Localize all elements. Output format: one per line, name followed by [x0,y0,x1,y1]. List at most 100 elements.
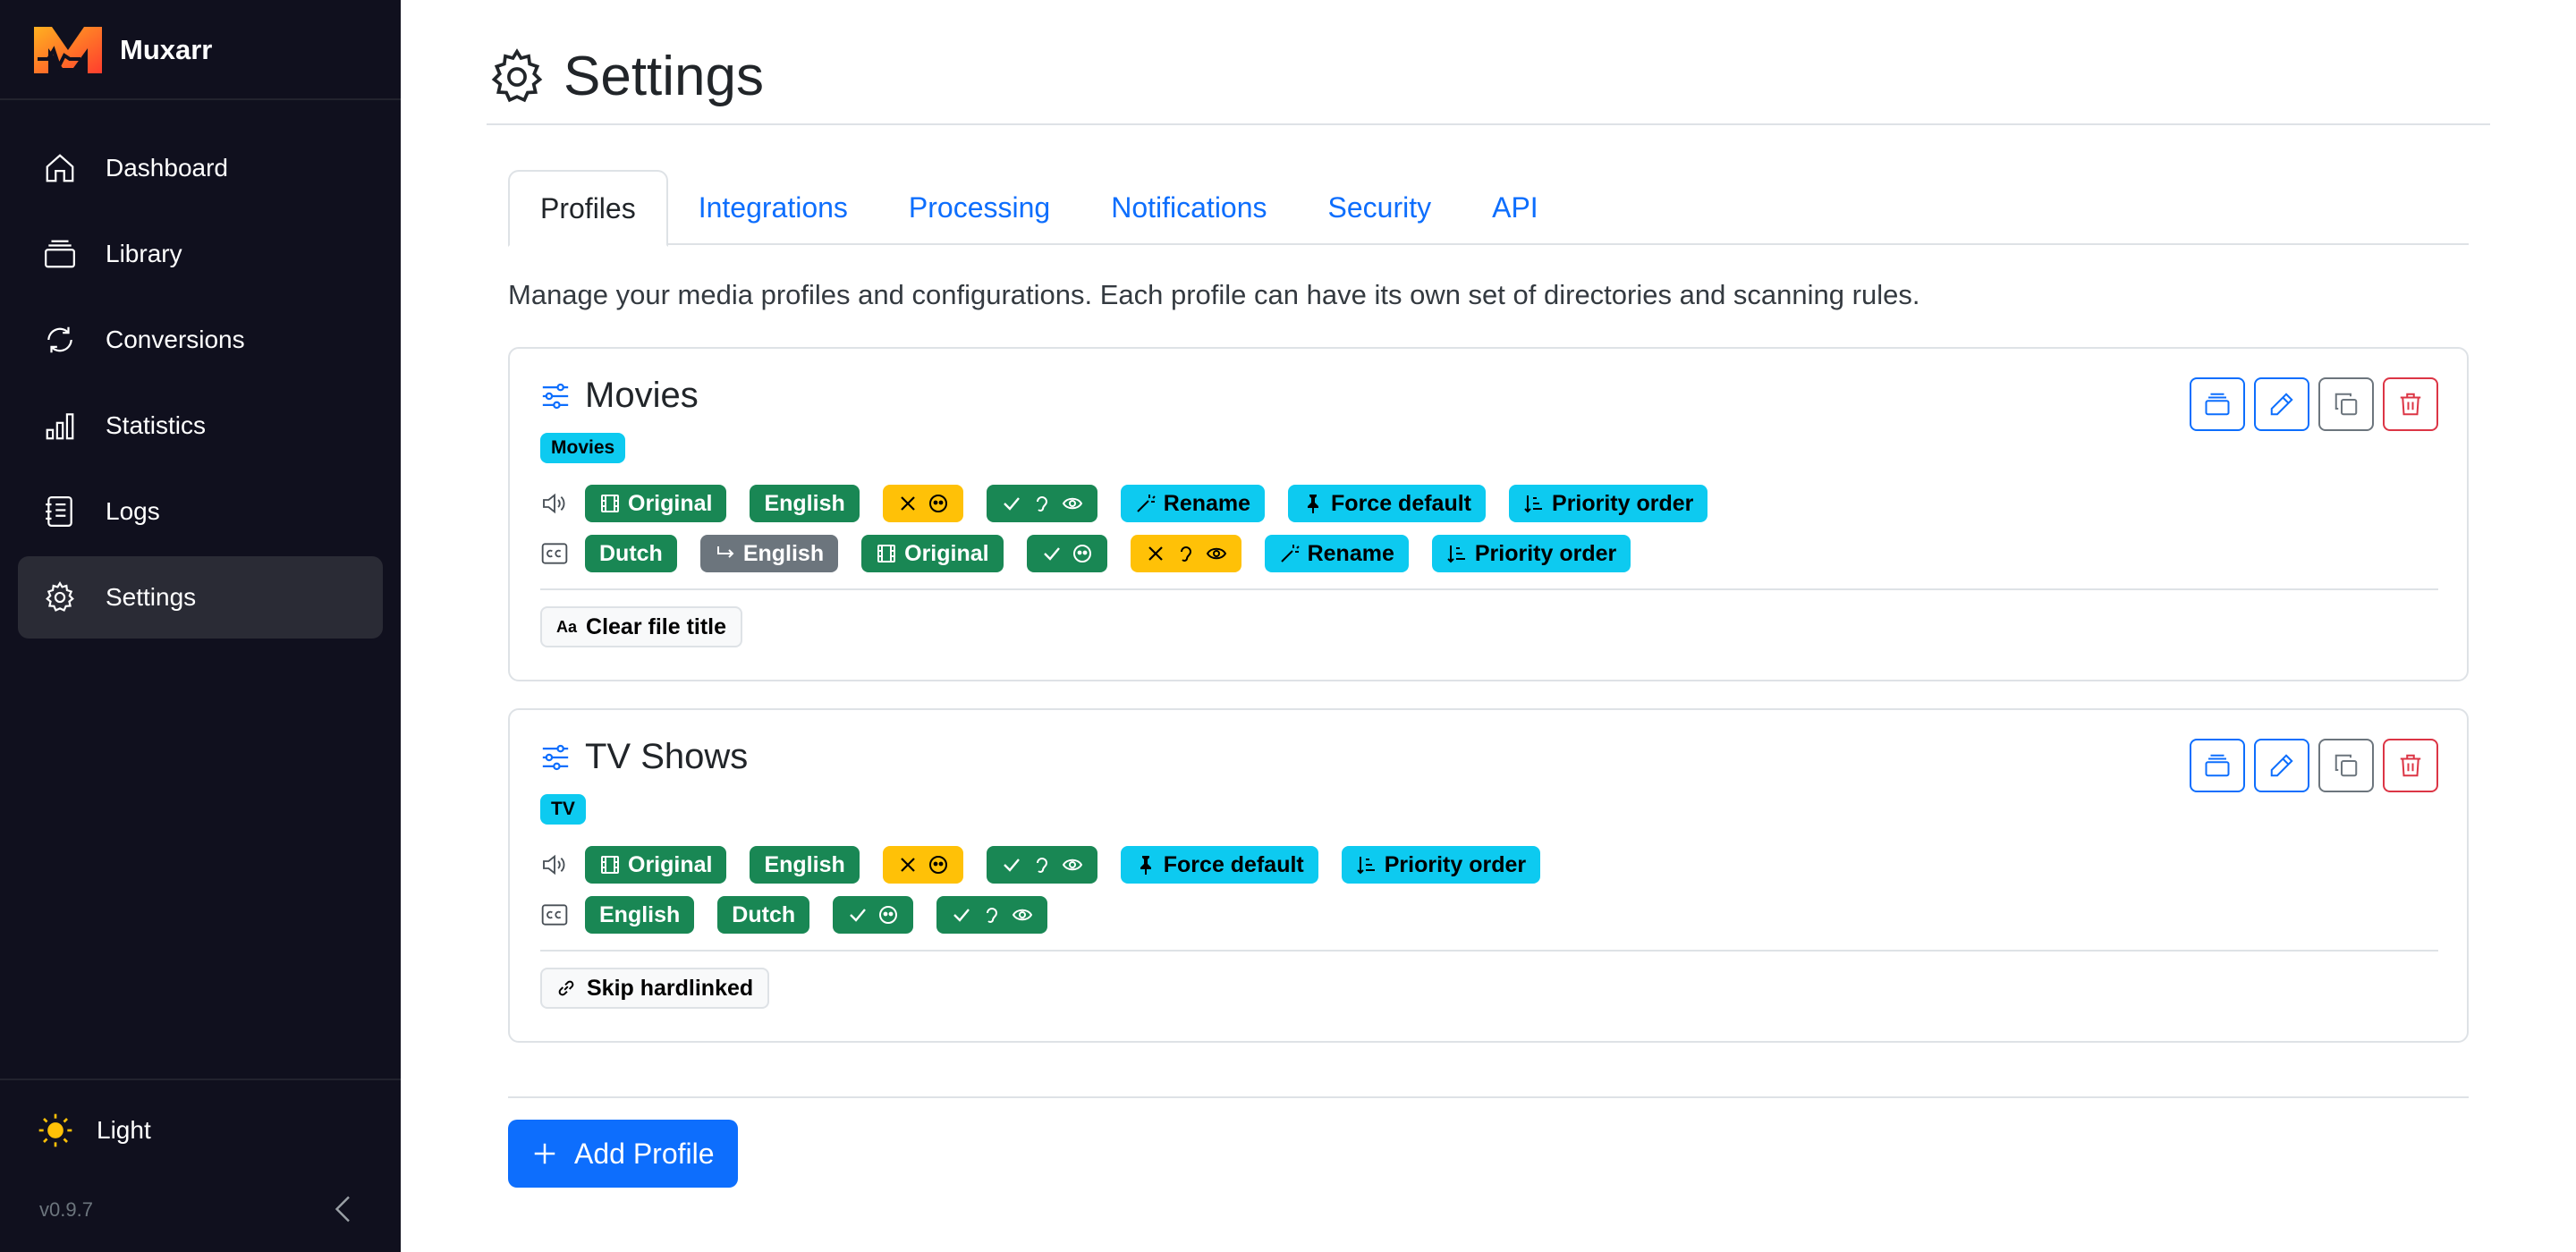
badge-label: Priority order [1474,540,1617,566]
page-intro: Manage your media profiles and configura… [508,279,1920,310]
sidebar: Muxarr Dashboard Library Conversions Sta… [0,0,401,1252]
gear-icon [46,581,74,612]
tab-profiles[interactable]: Profiles [508,170,668,247]
x-icon [1148,546,1163,561]
sidebar-item-conversions[interactable]: Conversions [18,299,383,381]
copy-icon [2334,754,2358,777]
film-icon [601,495,619,512]
theme-label: Light [97,1116,151,1144]
check-icon [1003,497,1020,511]
profile-type-badge: Movies [540,433,626,463]
scan-library-button[interactable] [2190,739,2245,792]
edit-profile-button[interactable] [2254,377,2309,431]
pin-icon [1140,856,1151,875]
add-profile-label: Add Profile [574,1137,715,1170]
profile-type-badge: TV [540,794,586,825]
sidebar-item-label: Dashboard [106,154,228,182]
ear-icon [987,908,998,923]
audio-language-badge: English [750,485,860,522]
subtitle-priority-order-badge: Priority order [1431,535,1631,572]
sidebar-nav: Dashboard Library Conversions Statistics… [18,127,383,642]
page-title: Settings [564,46,765,107]
check-icon [1003,859,1020,872]
sliders-icon [542,383,569,409]
volume-icon [543,854,565,876]
app-name: Muxarr [120,34,213,65]
magic-wand-icon [1280,545,1300,563]
subtitle-language-badge: Dutch [585,535,677,572]
page-header: Settings [487,45,764,108]
volume-icon [543,493,565,514]
subtitle-accessibility-included-badge [936,896,1048,934]
delete-profile-button[interactable] [2383,377,2438,431]
collection-icon [45,240,75,268]
audio-priority-order-badge: Priority order [1509,485,1708,522]
edit-profile-button[interactable] [2254,739,2309,792]
sidebar-item-label: Logs [106,497,160,525]
plus-icon [534,1143,555,1164]
profile-header: TV Shows [540,737,748,777]
audio-rules-row: Original English Rename Force default Pr… [540,485,1731,522]
sidebar-item-dashboard[interactable]: Dashboard [18,127,383,209]
home-icon [46,154,74,182]
audio-force-default-badge: Force default [1288,485,1487,522]
profile-card-movies: Movies Movies Original English Rename Fo… [508,347,2469,681]
theme-toggle[interactable]: Light [38,1112,151,1148]
tab-security[interactable]: Security [1298,170,1462,245]
app-version: v0.9.7 [39,1198,93,1221]
badge-label: Original [628,490,713,516]
tab-processing[interactable]: Processing [878,170,1080,245]
sidebar-item-statistics[interactable]: Statistics [18,385,383,467]
gear-icon [491,47,543,102]
badge-label: Rename [1307,540,1394,566]
eye-icon [1062,859,1082,871]
settings-tabs: Profiles Integrations Processing Notific… [508,170,2469,247]
tab-notifications[interactable]: Notifications [1080,170,1297,245]
x-icon [900,858,915,872]
badge-label: Priority order [1552,490,1694,516]
audio-force-default-badge: Force default [1120,846,1318,884]
eye-icon [1206,547,1226,560]
add-profile-button[interactable]: Add Profile [508,1120,738,1188]
pencil-icon [2270,393,2293,416]
option-clear-file-title: Aa Clear file title [540,606,743,647]
tab-integrations[interactable]: Integrations [668,170,878,245]
sort-down-icon [1524,495,1543,513]
duplicate-profile-button[interactable] [2318,739,2374,792]
sidebar-item-label: Library [106,240,182,267]
eye-icon [1012,909,1033,921]
sort-down-icon [1357,857,1375,875]
pencil-icon [2270,754,2293,777]
sidebar-item-settings[interactable]: Settings [18,556,383,639]
audio-original-badge: Original [585,846,727,884]
delete-profile-button[interactable] [2383,739,2438,792]
eye-icon [1062,497,1082,510]
brand[interactable]: Muxarr [32,23,212,77]
badge-label: English [742,540,825,566]
card-divider [540,588,2438,590]
subtitle-language-badge: English [585,896,695,934]
subtitle-fallback-badge: English [699,535,839,572]
badge-label: Rename [1163,490,1251,516]
option-label: Skip hardlinked [587,975,754,1001]
header-divider [487,123,2490,125]
sun-icon [38,1113,72,1147]
sidebar-item-library[interactable]: Library [18,213,383,295]
audio-accessibility-included-badge [986,485,1097,522]
subtitle-accessibility-excluded-badge [1130,535,1241,572]
check-icon [953,909,970,922]
profile-actions [2190,739,2438,792]
copy-icon [2334,393,2358,416]
profile-actions [2190,377,2438,431]
ear-icon [1036,496,1047,512]
check-icon [850,909,867,922]
chevron-left-icon[interactable] [327,1189,360,1229]
text-case-icon: Aa [556,617,578,636]
scan-library-button[interactable] [2190,377,2245,431]
audio-commentary-excluded-badge [882,485,963,522]
subtitle-rules-row: English Dutch [540,896,1071,934]
muxarr-logo-icon [34,27,102,73]
duplicate-profile-button[interactable] [2318,377,2374,431]
tab-api[interactable]: API [1462,170,1569,245]
sidebar-item-logs[interactable]: Logs [18,470,383,553]
